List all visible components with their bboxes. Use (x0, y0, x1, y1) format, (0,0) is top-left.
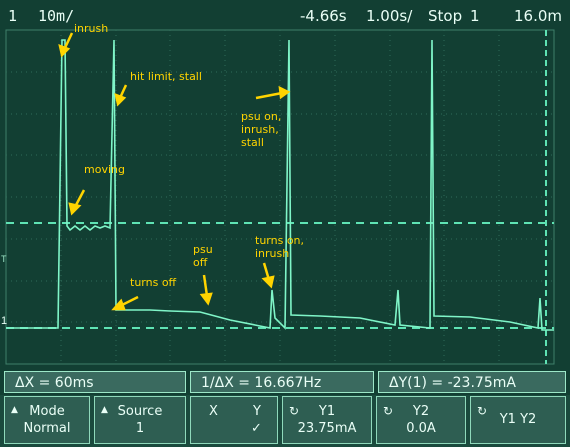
annotation-psu-on-line2: inrush, (241, 123, 279, 136)
checkmark-icon: ✓ (251, 421, 262, 436)
x-label: X (209, 404, 218, 419)
y2-label: Y2 (412, 404, 430, 419)
xy-softkey[interactable]: X Y ✓ (190, 396, 278, 444)
annotation-psu-on: psu on, inrush, stall (241, 110, 281, 149)
mode-softkey[interactable]: Mode Normal ▲ (4, 396, 90, 444)
y1y2-label: Y1 Y2 (499, 412, 537, 427)
delta-y-readout: ΔY(1) = -23.75mA (378, 371, 566, 393)
y1-label: Y1 (318, 404, 336, 419)
waveform-display: 1 T (1, 29, 555, 365)
annotation-psu-on-line1: psu on, (241, 110, 282, 123)
trigger-marker: T (1, 254, 7, 264)
annotation-psu-off-line2: off (193, 256, 208, 269)
up-triangle-icon: ▲ (101, 405, 108, 415)
annotation-turns-on: turns on, inrush (255, 234, 304, 260)
delta-x-readout: ΔX = 60ms (4, 371, 186, 393)
y2-value: 0.0A (406, 421, 436, 436)
annotation-turns-off: turns off (130, 276, 177, 289)
graticule-grid (6, 30, 554, 364)
source-value: 1 (135, 421, 145, 436)
annotation-turns-on-line1: turns on, (255, 234, 305, 247)
source-label: Source (117, 404, 163, 419)
up-triangle-icon: ▲ (11, 405, 18, 415)
y2-softkey[interactable]: ↻ Y2 0.0A (376, 396, 466, 444)
annotation-psu-off: psu off (193, 243, 213, 269)
annotation-psu-on-line3: stall (241, 136, 264, 149)
y1y2-softkey[interactable]: ↻ Y1 Y2 (470, 396, 566, 444)
annotation-turns-on-line2: inrush (255, 247, 290, 260)
annotation-moving: moving (84, 163, 125, 176)
annotation-inrush: inrush (74, 22, 109, 35)
inv-delta-x-readout: 1/ΔX = 16.667Hz (190, 371, 374, 393)
annotation-psu-off-line1: psu (193, 243, 213, 256)
y1-value: 23.75mA (297, 421, 357, 436)
ground-marker: 1 (1, 315, 7, 327)
mode-value: Normal (23, 421, 71, 436)
y-label: Y (253, 404, 261, 419)
source-softkey[interactable]: Source 1 ▲ (94, 396, 186, 444)
annotation-hit-limit: hit limit, stall (130, 70, 202, 83)
y1-softkey[interactable]: ↻ Y1 23.75mA (282, 396, 372, 444)
